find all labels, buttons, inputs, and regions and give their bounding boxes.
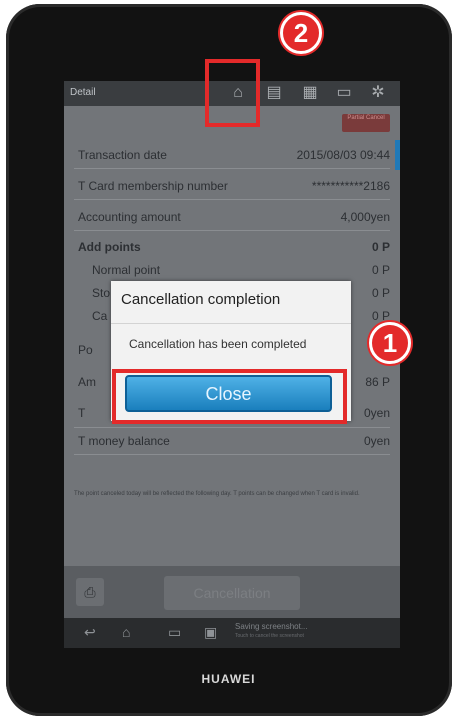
row-value: 0 P	[371, 263, 390, 277]
tablet-screen: Detail ⌂ ▤ ▦ ▭ ✲ Partial Cancel Transact…	[64, 81, 400, 648]
divider	[74, 454, 390, 455]
step-marker-one: 1	[369, 322, 411, 364]
status-badge: Partial Cancel	[342, 114, 390, 132]
scroll-indicator	[395, 140, 400, 170]
cancellation-button[interactable]: Cancellation	[164, 576, 300, 610]
row-label: T	[78, 406, 86, 420]
divider	[74, 230, 390, 231]
home-nav-icon[interactable]: ⌂	[122, 624, 130, 640]
row-label: Sto	[92, 286, 111, 300]
saving-screenshot-subtext: Touch to cancel the screenshot	[235, 633, 304, 639]
row-label: Ca	[92, 309, 108, 323]
back-icon[interactable]: ↩	[84, 624, 96, 641]
row-label: Transaction date	[78, 148, 167, 162]
row-label: T Card membership number	[78, 179, 228, 193]
print-button[interactable]: ⎙	[76, 578, 104, 606]
close-button[interactable]: Close	[125, 375, 332, 412]
calendar-icon[interactable]: ▦	[300, 83, 320, 103]
row-label: Am	[78, 375, 96, 389]
recent-apps-icon[interactable]: ▭	[168, 624, 181, 641]
row-label: Po	[78, 343, 93, 357]
saving-screenshot-text: Saving screenshot...	[235, 622, 308, 631]
row-label: Accounting amount	[78, 210, 181, 224]
dialog-title: Cancellation completion	[121, 291, 281, 308]
document-icon[interactable]: ▤	[264, 83, 284, 103]
row-value: 0 P	[371, 240, 390, 254]
system-nav-bar: ↩ ⌂ ▭ ▣ Saving screenshot... Touch to ca…	[64, 618, 400, 648]
row-membership-number: T Card membership number ***********2186	[78, 179, 390, 193]
row-label: Add points	[78, 240, 141, 254]
home-highlight-frame	[205, 59, 260, 127]
bottom-action-bar: ⎙ Cancellation	[64, 566, 400, 618]
row-label: Normal point	[92, 263, 161, 277]
printer-icon: ⎙	[84, 584, 96, 600]
footnote: The point canceled today will be reflect…	[74, 491, 360, 497]
row-value: ***********2186	[311, 179, 390, 193]
gear-icon[interactable]: ✲	[368, 83, 388, 103]
header-title: Detail	[70, 87, 96, 98]
row-value: 2015/08/03 09:44	[296, 148, 390, 162]
row-value: 0yen	[363, 406, 390, 420]
row-value: 0 P	[371, 286, 390, 300]
row-add-points: Add points 0 P	[78, 240, 390, 254]
row-value: 0yen	[363, 434, 390, 448]
divider	[74, 427, 390, 428]
row-value: 0 P	[371, 309, 390, 323]
divider	[74, 199, 390, 200]
dialog-message: Cancellation has been completed	[129, 337, 307, 351]
divider	[74, 168, 390, 169]
row-value: 4,000yen	[340, 210, 390, 224]
card-icon[interactable]: ▭	[334, 83, 354, 103]
row-normal-point: Normal point 0 P	[92, 263, 390, 277]
row-accounting-amount: Accounting amount 4,000yen	[78, 210, 390, 224]
row-transaction-date: Transaction date 2015/08/03 09:44	[78, 148, 390, 162]
screenshot-icon: ▣	[204, 624, 218, 640]
row-value: 86 P	[365, 375, 390, 389]
dialog-divider	[111, 323, 351, 324]
row-label: T money balance	[78, 434, 170, 448]
step-marker-two: 2	[280, 12, 322, 54]
brand-label: HUAWEI	[201, 672, 256, 686]
row-t-money-balance: T money balance 0yen	[78, 434, 390, 448]
